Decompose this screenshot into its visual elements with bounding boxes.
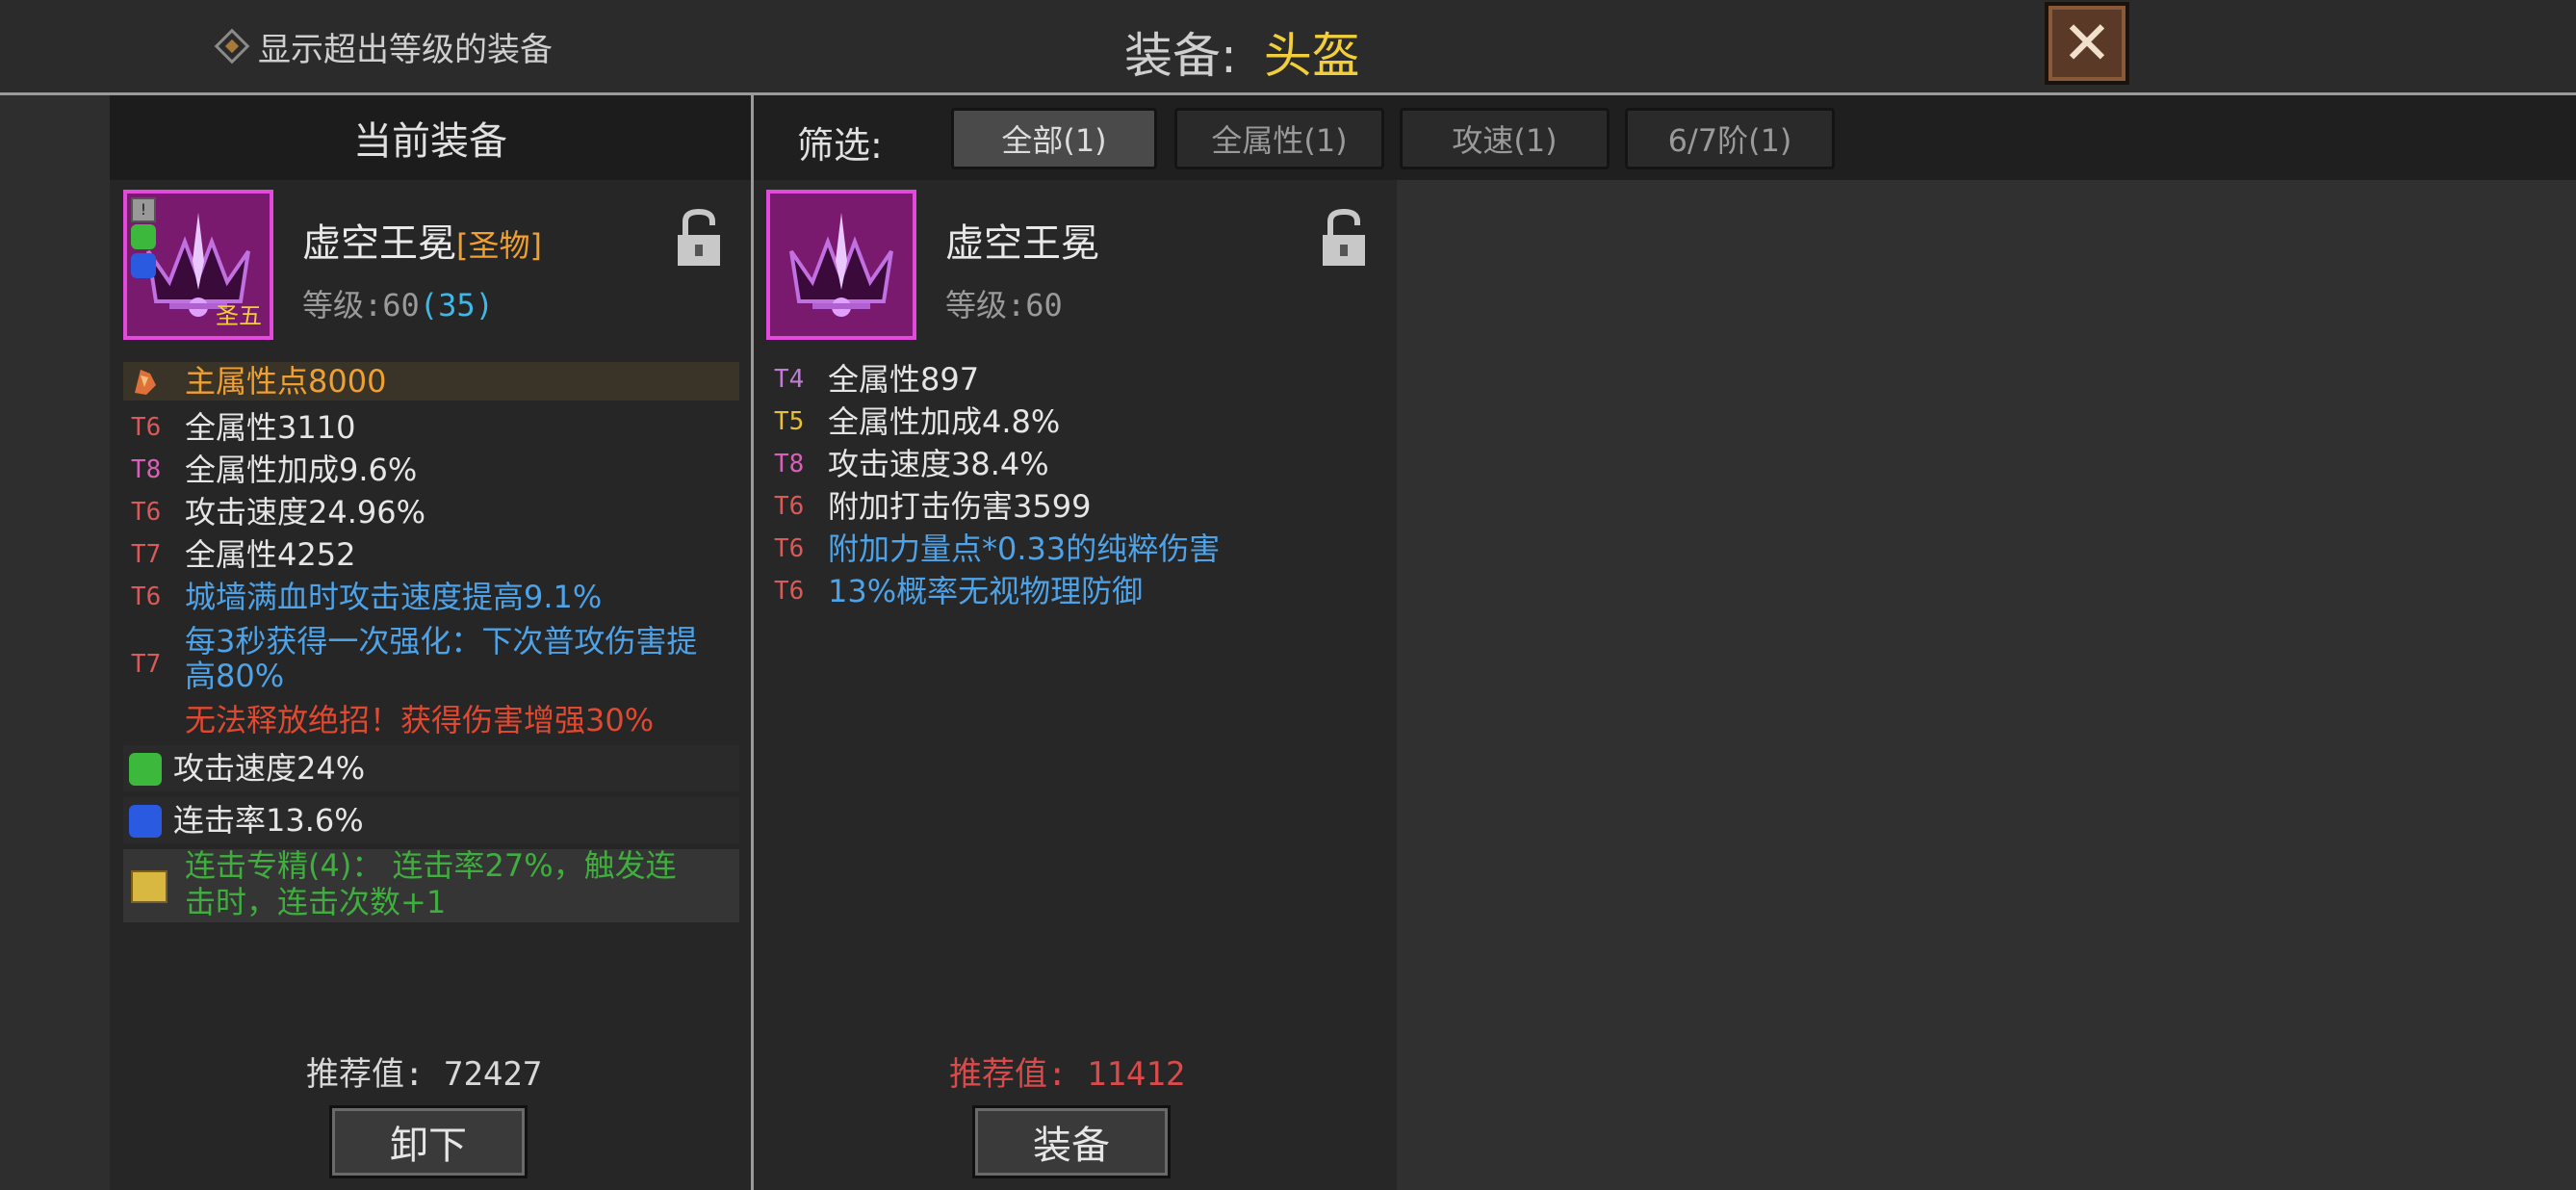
stat-row: T6 全属性3110 xyxy=(131,409,356,446)
show-over-level-label: 显示超出等级的装备 xyxy=(258,30,553,69)
title-slot: 头盔 xyxy=(1263,28,1360,84)
main-stat: 主属性点8000 xyxy=(185,363,387,400)
set-bonus: 连击专精(4)： 连击率27%，触发连 击时，连击次数+1 xyxy=(185,847,677,920)
stat-row: T8 攻击速度38.4% xyxy=(774,446,1049,482)
stat-row: T4 全属性897 xyxy=(774,361,980,398)
stat-row: T6 附加打击伤害3599 xyxy=(774,488,1092,525)
candidate-recommend-value: 推荐值: 11412 xyxy=(949,1055,1186,1094)
blue-gem-icon xyxy=(131,253,156,278)
current-equipment-title: 当前装备 xyxy=(110,95,751,180)
unlocked-icon[interactable] xyxy=(1321,208,1367,268)
green-gem-icon xyxy=(131,224,156,249)
stat-row: T8 全属性加成9.6% xyxy=(131,452,418,488)
filter-chip-attack-speed[interactable]: 攻速(1) xyxy=(1400,108,1610,169)
title-prefix: 装备: xyxy=(1124,28,1237,84)
green-gem-icon xyxy=(129,753,162,786)
stat-row: T7 每3秒获得一次强化：下次普攻伤害提 高80% xyxy=(131,623,698,694)
unlocked-icon[interactable] xyxy=(676,208,722,268)
close-button[interactable]: ✕ xyxy=(2045,2,2129,85)
gem-stat: 攻击速度24% xyxy=(173,750,366,787)
stat-row: T6 附加力量点*0.33的纯粹伤害 xyxy=(774,530,1221,567)
candidate-item-name: 虚空王冕 xyxy=(945,221,1099,266)
blue-gem-icon xyxy=(129,805,162,838)
unequip-button[interactable]: 卸下 xyxy=(329,1105,528,1178)
warning-icon: ! xyxy=(131,197,156,222)
close-x-icon: ✕ xyxy=(2062,8,2112,78)
filter-chip-tier[interactable]: 6/7阶(1) xyxy=(1625,108,1835,169)
show-over-level-toggle[interactable]: 显示超出等级的装备 xyxy=(214,21,553,71)
star-rank-badge: 圣五 xyxy=(216,302,262,329)
empty-list-area xyxy=(1397,180,2576,1190)
candidate-item-level: 等级:60 xyxy=(945,287,1063,323)
stat-row: T5 全属性加成4.8% xyxy=(774,403,1061,440)
diamond-checkbox-icon[interactable] xyxy=(214,28,250,65)
stat-row: T6 城墙满血时攻击速度提高9.1% xyxy=(131,579,603,615)
scroll-icon xyxy=(131,870,167,903)
current-item-name: 虚空王冕[圣物] xyxy=(302,221,542,266)
current-item-icon[interactable]: ! 圣五 xyxy=(123,190,273,340)
stat-row: T7 全属性4252 xyxy=(131,536,356,573)
filter-label: 筛选: xyxy=(797,124,883,167)
void-crown-icon xyxy=(770,194,913,336)
drawback-text: 无法释放绝招！获得伤害增强30% xyxy=(185,702,655,738)
fist-icon xyxy=(131,366,160,397)
filter-chip-all[interactable]: 全部(1) xyxy=(951,108,1157,169)
stat-row: T6 13%概率无视物理防御 xyxy=(774,573,1144,609)
current-item-level: 等级:60(35) xyxy=(302,287,494,323)
page-title: 装备: 头盔 xyxy=(1124,17,1360,87)
item-tag: [圣物] xyxy=(456,227,542,264)
current-recommend-value: 推荐值: 72427 xyxy=(306,1055,543,1094)
gem-stat: 连击率13.6% xyxy=(173,802,364,839)
stat-row: T6 攻击速度24.96% xyxy=(131,494,426,530)
filter-chip-all-attributes[interactable]: 全属性(1) xyxy=(1174,108,1384,169)
equip-button[interactable]: 装备 xyxy=(972,1105,1171,1178)
level-extra: (35) xyxy=(419,287,494,323)
candidate-item-icon[interactable] xyxy=(766,190,916,340)
